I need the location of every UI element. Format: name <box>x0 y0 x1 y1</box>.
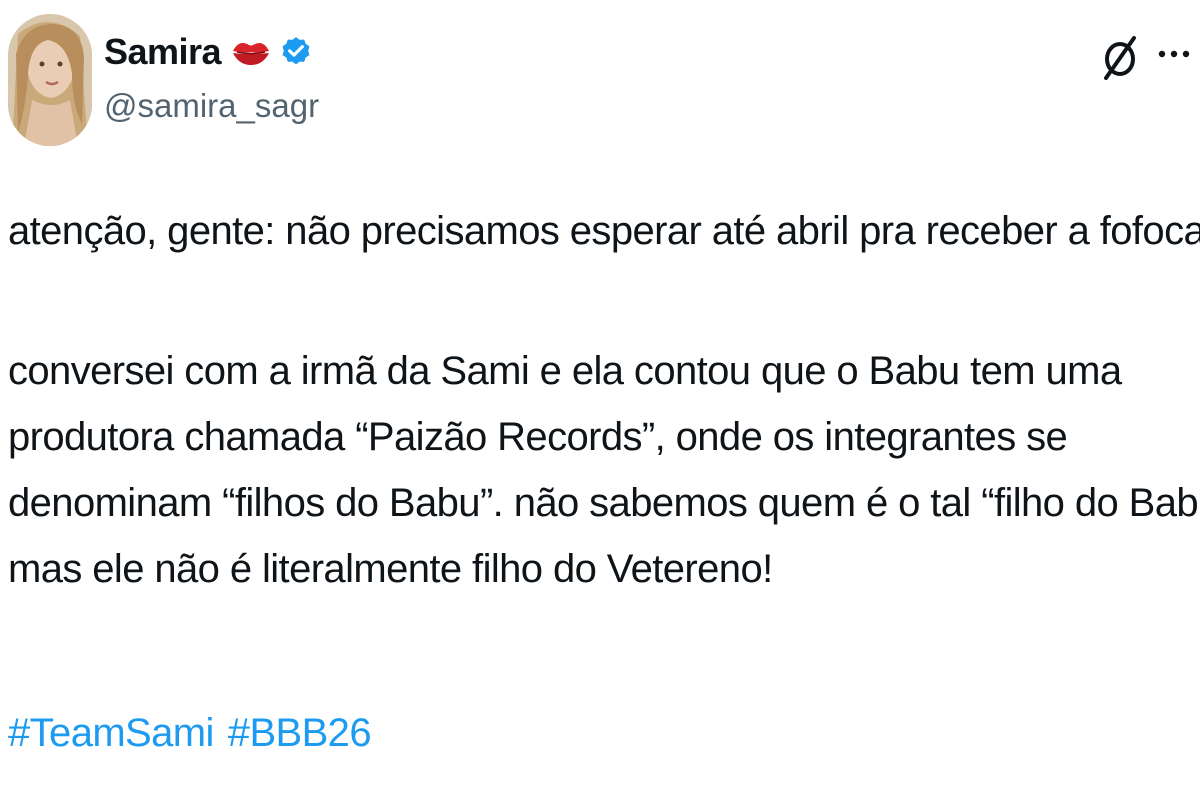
tweet-line: denominam “filhos do Babu”. não sabemos … <box>8 481 1200 525</box>
more-options-icon[interactable] <box>1154 44 1194 64</box>
avatar[interactable] <box>8 14 92 146</box>
name-row: Samira <box>104 26 319 78</box>
grok-icon[interactable] <box>1100 34 1140 80</box>
hashtag-link[interactable]: #TeamSami <box>8 711 214 755</box>
verified-badge-icon[interactable] <box>279 35 313 69</box>
user-handle[interactable]: @samira_sagr <box>104 82 319 130</box>
display-name[interactable]: Samira <box>104 26 222 78</box>
tweet-card: Samira @samira_sagr atenção, gente: não … <box>0 0 1200 800</box>
tweet-line: conversei com a irmã da Sami e ela conto… <box>8 349 1122 393</box>
tweet-paragraph-2: conversei com a irmã da Sami e ela conto… <box>8 338 1200 602</box>
avatar-photo <box>8 14 92 146</box>
kiss-mark-icon <box>231 37 271 67</box>
tweet-line: produtora chamada “Paizão Records”, onde… <box>8 415 1068 459</box>
tweet-paragraph-1-text: atenção, gente: não precisamos esperar a… <box>8 209 1200 253</box>
author-block: Samira @samira_sagr <box>104 26 319 130</box>
hashtags: #TeamSami #BBB26 <box>8 700 385 766</box>
tweet-line: mas ele não é literalmente filho do Vete… <box>8 547 773 591</box>
hashtag-link[interactable]: #BBB26 <box>228 711 372 755</box>
tweet-paragraph-1: atenção, gente: não precisamos esperar a… <box>8 198 1200 264</box>
